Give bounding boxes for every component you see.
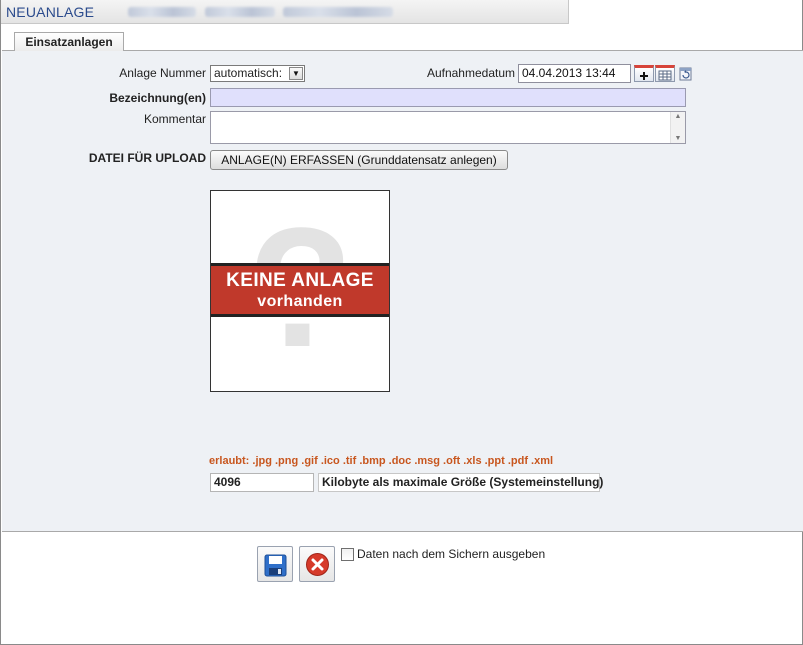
window: NEUANLAGE Einsatzanlagen Anlage Nummer a… <box>0 0 803 645</box>
max-size-label: Kilobyte als maximale Größe (Systemeinst… <box>318 473 603 492</box>
banner-line1: KEINE ANLAGE <box>226 270 374 291</box>
no-attachment-banner: KEINE ANLAGE vorhanden <box>211 263 389 317</box>
aufnahmedatum-field[interactable]: 04.04.2013 13:44 <box>518 64 631 83</box>
bezeichnung-label: Bezeichnung(en) <box>109 91 206 105</box>
anlage-erfassen-button[interactable]: ANLAGE(N) ERFASSEN (Grunddatensatz anleg… <box>210 150 508 170</box>
calendar-icon <box>658 70 672 81</box>
kommentar-scrollbar[interactable]: ▲ ▼ <box>670 112 685 143</box>
kommentar-textarea[interactable]: ▲ ▼ <box>210 111 686 144</box>
calendar-button[interactable] <box>655 65 675 82</box>
cancel-button[interactable] <box>299 546 335 582</box>
redacted-title-segment <box>128 7 196 17</box>
aufnahmedatum-label: Aufnahmedatum <box>426 66 515 80</box>
reset-date-button[interactable] <box>678 65 694 82</box>
calendar-reset-icon <box>679 67 692 81</box>
output-after-save-checkbox[interactable] <box>341 548 354 561</box>
no-attachment-placeholder: ? KEINE ANLAGE vorhanden <box>210 190 390 392</box>
anlage-nummer-label: Anlage Nummer <box>119 66 206 80</box>
allowed-file-types: erlaubt: .jpg .png .gif .ico .tif .bmp .… <box>209 455 554 467</box>
output-after-save-label: Daten nach dem Sichern ausgeben <box>357 547 546 561</box>
red-x-circle-icon <box>306 553 329 576</box>
chevron-down-icon[interactable]: ▼ <box>289 67 303 80</box>
scroll-down-icon[interactable]: ▼ <box>671 135 685 142</box>
upload-label: DATEI FÜR UPLOAD <box>88 151 206 165</box>
kommentar-label: Kommentar <box>143 112 206 126</box>
banner-line2: vorhanden <box>257 293 343 310</box>
redacted-title-segment <box>205 7 275 17</box>
save-button[interactable] <box>257 546 293 582</box>
anlage-nummer-selected-value: automatisch: <box>214 66 283 80</box>
add-date-button[interactable] <box>634 65 654 82</box>
scroll-up-icon[interactable]: ▲ <box>671 113 685 120</box>
floppy-disk-icon <box>264 554 287 577</box>
window-title: NEUANLAGE <box>6 4 95 20</box>
redacted-title-segment <box>283 7 393 17</box>
max-size-field: 4096 <box>210 473 314 492</box>
title-bar: NEUANLAGE <box>1 0 569 24</box>
plus-icon <box>640 72 648 80</box>
tab-einsatzanlagen[interactable]: Einsatzanlagen <box>14 32 124 51</box>
bezeichnung-field[interactable] <box>210 88 686 107</box>
anlage-nummer-select[interactable]: automatisch: ▼ <box>210 65 305 82</box>
